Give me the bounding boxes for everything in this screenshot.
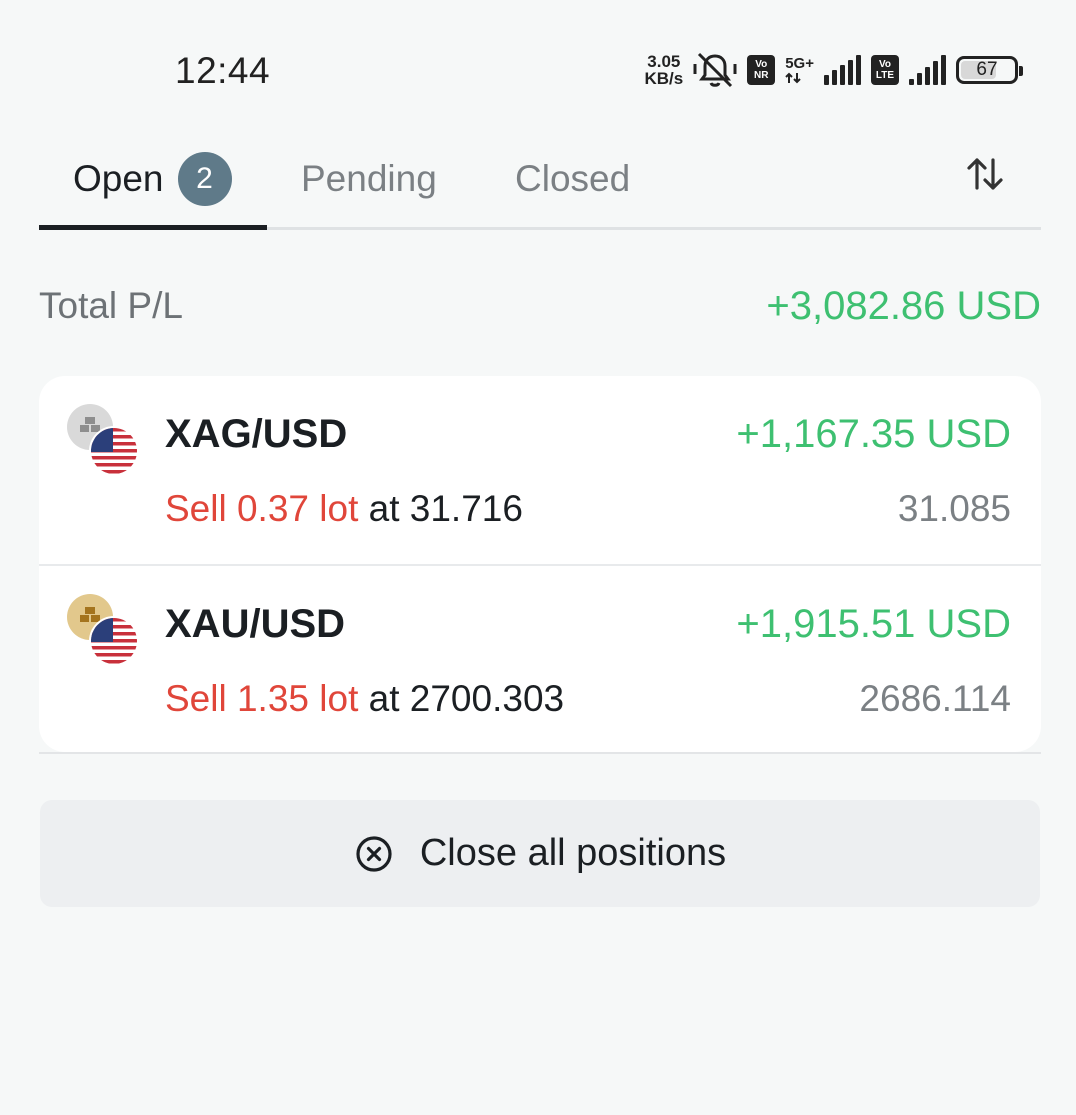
position-row[interactable]: XAU/USD +1,915.51 USD Sell 1.35 lot at 2…: [39, 564, 1041, 752]
us-flag-icon: [89, 426, 139, 476]
position-symbol: XAG/USD: [165, 412, 348, 456]
network-speed: 3.05 KB/s: [644, 53, 683, 87]
close-all-label: Close all positions: [419, 832, 727, 874]
total-pl-row: Total P/L +3,082.86 USD: [39, 278, 1041, 334]
position-side: Sell 0.37 lot: [165, 488, 359, 529]
battery-level: 67: [976, 59, 998, 80]
status-bar: 12:44 3.05 KB/s Vo NR 5G+ Vo LTE 67: [0, 0, 1076, 120]
network-speed-unit: KB/s: [644, 69, 684, 88]
data-arrows-icon: [785, 72, 801, 84]
status-icons: 3.05 KB/s Vo NR 5G+ Vo LTE 67: [644, 50, 1023, 90]
position-current-price: 2686.114: [859, 678, 1011, 719]
instrument-icons: [67, 594, 139, 666]
close-all-positions-button[interactable]: Close all positions: [40, 800, 1040, 907]
signal-icon-2: [909, 55, 946, 85]
tab-open-label: Open: [73, 157, 164, 199]
position-pl: +1,167.35 USD: [736, 412, 1011, 456]
position-open-price: at 2700.303: [358, 678, 565, 719]
network-type: 5G+: [785, 56, 814, 84]
position-row[interactable]: XAG/USD +1,167.35 USD Sell 0.37 lot at 3…: [39, 376, 1041, 564]
position-open-price: at 31.716: [358, 488, 523, 529]
total-pl-value: +3,082.86 USD: [766, 283, 1041, 328]
network-type-label: 5G+: [785, 55, 814, 72]
signal-icon: [824, 55, 861, 85]
total-pl-label: Total P/L: [39, 285, 183, 326]
active-tab-indicator: [39, 225, 267, 230]
status-time: 12:44: [175, 50, 271, 91]
tab-pending[interactable]: Pending: [301, 130, 437, 227]
volte-top: Vo: [878, 59, 892, 70]
battery-icon: 67: [956, 56, 1023, 84]
network-speed-value: 3.05: [647, 52, 681, 71]
position-pl: +1,915.51 USD: [736, 602, 1011, 646]
tab-pending-label: Pending: [301, 157, 437, 199]
position-trade-info: Sell 0.37 lot at 31.716: [165, 488, 523, 530]
position-symbol: XAU/USD: [165, 602, 346, 646]
sort-button[interactable]: [959, 148, 1011, 200]
volte-badge: Vo LTE: [871, 55, 899, 85]
position-side: Sell 1.35 lot: [165, 678, 359, 719]
vonr-bottom: NR: [753, 70, 769, 81]
close-circle-icon: [356, 835, 392, 872]
list-divider: [39, 752, 1041, 754]
positions-list: XAG/USD +1,167.35 USD Sell 0.37 lot at 3…: [39, 376, 1041, 752]
us-flag-icon: [89, 616, 139, 666]
position-trade-info: Sell 1.35 lot at 2700.303: [165, 678, 564, 720]
tab-closed[interactable]: Closed: [515, 130, 630, 227]
instrument-icons: [67, 404, 139, 476]
positions-tabs: Open 2 Pending Closed: [39, 130, 1041, 230]
sort-arrows-icon: [967, 158, 1003, 190]
vonr-badge: Vo NR: [747, 55, 776, 85]
tab-closed-label: Closed: [515, 157, 631, 199]
vonr-top: Vo: [755, 59, 768, 70]
tab-open[interactable]: Open 2: [73, 130, 232, 227]
bell-off-icon: [693, 52, 737, 88]
open-count-badge: 2: [177, 151, 232, 206]
position-current-price: 31.085: [897, 488, 1011, 529]
volte-bottom: LTE: [875, 70, 895, 81]
